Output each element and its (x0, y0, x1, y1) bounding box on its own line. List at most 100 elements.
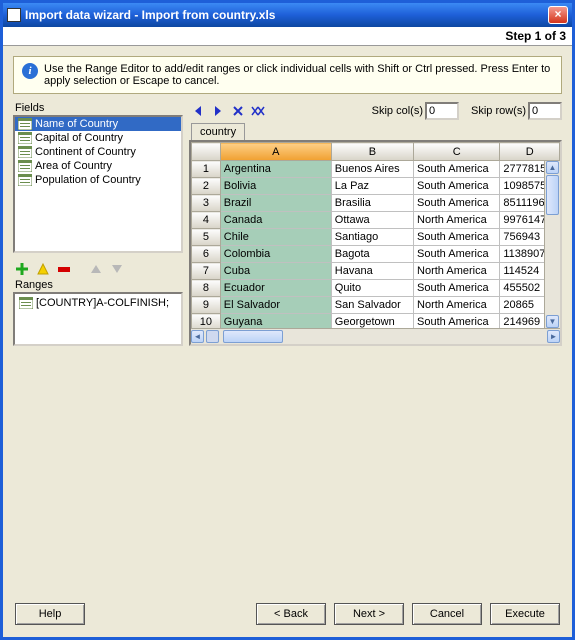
move-up-icon[interactable] (87, 261, 105, 277)
row-number[interactable]: 6 (192, 246, 221, 263)
move-down-icon[interactable] (108, 261, 126, 277)
cell[interactable]: Bolivia (220, 178, 331, 195)
table-row[interactable]: 2BoliviaLa PazSouth America1098575 (192, 178, 560, 195)
help-button[interactable]: Help (15, 603, 85, 625)
cell[interactable]: Santiago (331, 229, 413, 246)
cell[interactable]: North America (414, 212, 500, 229)
row-number[interactable]: 1 (192, 161, 221, 178)
row-number[interactable]: 3 (192, 195, 221, 212)
cell[interactable]: South America (414, 314, 500, 328)
cell[interactable]: Colombia (220, 246, 331, 263)
cell[interactable]: Quito (331, 280, 413, 297)
scroll-box-icon[interactable] (206, 330, 219, 343)
cell[interactable]: San Salvador (331, 297, 413, 314)
clear-icon[interactable] (229, 103, 247, 119)
scroll-right-icon[interactable]: ► (547, 330, 560, 343)
cell[interactable]: Canada (220, 212, 331, 229)
cell[interactable]: North America (414, 263, 500, 280)
table-row[interactable]: 8EcuadorQuitoSouth America455502 (192, 280, 560, 297)
table-row[interactable]: 9El SalvadorSan SalvadorNorth America208… (192, 297, 560, 314)
table-row[interactable]: 4CanadaOttawaNorth America9976147 (192, 212, 560, 229)
horizontal-scrollbar[interactable]: ◄ ► (191, 328, 560, 344)
cell[interactable]: South America (414, 195, 500, 212)
cell[interactable]: Guyana (220, 314, 331, 328)
field-item[interactable]: Name of Country (15, 117, 181, 131)
field-item[interactable]: Continent of Country (15, 145, 181, 159)
table-row[interactable]: 7CubaHavanaNorth America114524 (192, 263, 560, 280)
cell[interactable]: Georgetown (331, 314, 413, 328)
hscroll-thumb[interactable] (223, 330, 283, 343)
cell[interactable]: El Salvador (220, 297, 331, 314)
arrow-right-icon[interactable] (209, 103, 227, 119)
row-number[interactable]: 7 (192, 263, 221, 280)
scroll-thumb[interactable] (546, 175, 559, 215)
ranges-toolbar (13, 259, 183, 279)
cell[interactable]: Ottawa (331, 212, 413, 229)
row-number[interactable]: 4 (192, 212, 221, 229)
row-number[interactable]: 8 (192, 280, 221, 297)
skip-row-input[interactable] (528, 102, 562, 120)
field-item[interactable]: Area of Country (15, 159, 181, 173)
column-header[interactable]: A (220, 143, 331, 161)
data-grid[interactable]: ABCD1ArgentinaBuenos AiresSouth America2… (189, 140, 562, 346)
row-number[interactable]: 10 (192, 314, 221, 328)
left-column: Fields Name of CountryCapital of Country… (13, 102, 183, 346)
back-button[interactable]: < Back (256, 603, 326, 625)
cell[interactable]: South America (414, 229, 500, 246)
cell[interactable]: La Paz (331, 178, 413, 195)
range-item[interactable]: [COUNTRY]A-COLFINISH; (17, 296, 179, 310)
scroll-down-icon[interactable]: ▼ (546, 315, 559, 328)
cell[interactable]: Ecuador (220, 280, 331, 297)
close-icon[interactable]: × (548, 6, 568, 24)
cell[interactable]: Brasilia (331, 195, 413, 212)
app-icon (7, 8, 21, 22)
range-item-label: [COUNTRY]A-COLFINISH; (36, 297, 169, 309)
cell[interactable]: Havana (331, 263, 413, 280)
edit-range-icon[interactable] (34, 261, 52, 277)
add-range-icon[interactable] (13, 261, 31, 277)
cell[interactable]: Bagota (331, 246, 413, 263)
cell[interactable]: Cuba (220, 263, 331, 280)
table-row[interactable]: 6ColombiaBagotaSouth America1138907 (192, 246, 560, 263)
execute-button[interactable]: Execute (490, 603, 560, 625)
cell[interactable]: Buenos Aires (331, 161, 413, 178)
cell[interactable]: Argentina (220, 161, 331, 178)
titlebar[interactable]: Import data wizard - Import from country… (3, 3, 572, 27)
vertical-scrollbar[interactable]: ▲ ▼ (544, 161, 560, 328)
row-number[interactable]: 2 (192, 178, 221, 195)
footer-buttons: Help < Back Next > Cancel Execute (3, 593, 572, 637)
ranges-list[interactable]: [COUNTRY]A-COLFINISH; (13, 292, 183, 346)
column-header[interactable]: D (500, 143, 560, 161)
delete-range-icon[interactable] (55, 261, 73, 277)
hint-text: Use the Range Editor to add/edit ranges … (44, 63, 553, 87)
scroll-up-icon[interactable]: ▲ (546, 161, 559, 174)
cell[interactable]: Brazil (220, 195, 331, 212)
scroll-left-icon[interactable]: ◄ (191, 330, 204, 343)
cell[interactable]: South America (414, 280, 500, 297)
column-header[interactable]: C (414, 143, 500, 161)
row-number[interactable]: 5 (192, 229, 221, 246)
table-row[interactable]: 10GuyanaGeorgetownSouth America214969 (192, 314, 560, 328)
clear-all-icon[interactable] (249, 103, 267, 119)
cell[interactable]: North America (414, 297, 500, 314)
field-item[interactable]: Capital of Country (15, 131, 181, 145)
field-item-label: Continent of Country (35, 146, 136, 158)
table-row[interactable]: 5ChileSantiagoSouth America756943 (192, 229, 560, 246)
sheet-tab[interactable]: country (191, 123, 245, 140)
next-button[interactable]: Next > (334, 603, 404, 625)
table-row[interactable]: 3BrazilBrasiliaSouth America8511196 (192, 195, 560, 212)
nav-toolbar: Skip col(s) Skip row(s) (189, 102, 562, 123)
skip-col-input[interactable] (425, 102, 459, 120)
row-number[interactable]: 9 (192, 297, 221, 314)
column-header[interactable]: B (331, 143, 413, 161)
cell[interactable]: South America (414, 161, 500, 178)
cancel-button[interactable]: Cancel (412, 603, 482, 625)
column-header[interactable] (192, 143, 221, 161)
field-item[interactable]: Population of Country (15, 173, 181, 187)
cell[interactable]: South America (414, 246, 500, 263)
cell[interactable]: South America (414, 178, 500, 195)
table-row[interactable]: 1ArgentinaBuenos AiresSouth America27778… (192, 161, 560, 178)
cell[interactable]: Chile (220, 229, 331, 246)
arrow-left-icon[interactable] (189, 103, 207, 119)
fields-list[interactable]: Name of CountryCapital of CountryContine… (13, 115, 183, 253)
